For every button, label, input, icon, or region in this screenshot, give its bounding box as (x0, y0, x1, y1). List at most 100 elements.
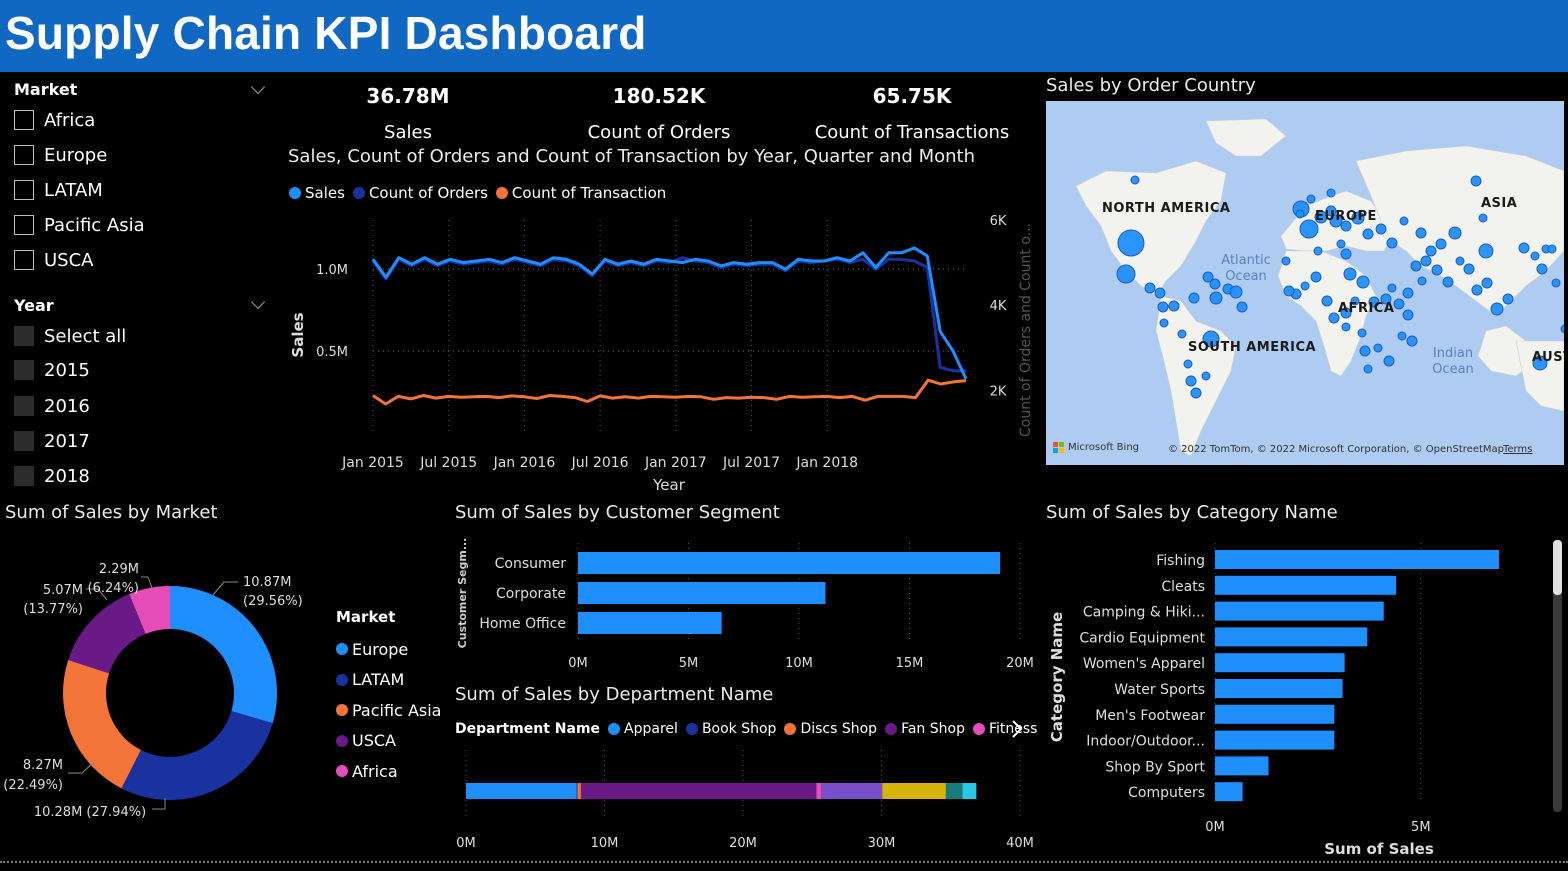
map-bubble (1281, 256, 1291, 266)
market-slicer-chevron-icon[interactable] (250, 79, 266, 95)
map-bubble (1359, 345, 1371, 357)
market-option-europe[interactable]: Europe (14, 143, 107, 167)
header-bar: Supply Chain KPI Dashboard (0, 0, 1568, 72)
x-tick-label: Jul 2016 (571, 455, 629, 471)
donut-legend-africa[interactable]: Africa (336, 756, 441, 787)
line-chart[interactable]: 0.5M 1.0M 2K 4K 6K Jan 2015 Jul 2015 Jan 2016 Ju… (280, 205, 1050, 500)
bar-cleats (1215, 575, 1397, 595)
checkbox-icon[interactable] (14, 326, 34, 346)
map-bubble (1144, 282, 1156, 294)
category-scrollbar-thumb[interactable] (1553, 540, 1562, 595)
x-axis-title: Sum of Sales (1324, 840, 1434, 858)
checkbox-icon[interactable] (14, 215, 34, 235)
market-option-africa[interactable]: Africa (14, 108, 95, 132)
y-tick-label: 0.5M (316, 345, 348, 360)
legend-discs-shop[interactable]: Discs Shop (784, 721, 877, 737)
x-tick-label: 20M (1006, 656, 1034, 671)
category-label: Water Sports (1114, 682, 1205, 698)
legend-next-arrow-icon[interactable] (1010, 719, 1024, 739)
checkbox-icon[interactable] (14, 360, 34, 380)
bar-corporate (578, 582, 826, 604)
bar-shop-by-sport (1215, 756, 1269, 776)
map-bubble (1363, 364, 1373, 374)
checkbox-icon[interactable] (14, 145, 34, 165)
map-bubble (1130, 175, 1140, 185)
checkbox-icon[interactable] (14, 396, 34, 416)
stack-segment-other (882, 783, 946, 799)
market-option-usca[interactable]: USCA (14, 248, 93, 272)
legend-fitness[interactable]: Fitness (972, 721, 1037, 737)
kpi-sales-value: 36.78M (366, 84, 450, 108)
map-bubbles[interactable] (1046, 101, 1564, 465)
map-bubble (1154, 287, 1166, 299)
map-bubble (1362, 228, 1374, 240)
donut-legend-usca[interactable]: USCA (336, 726, 441, 757)
donut-legend-pacific-asia[interactable]: Pacific Asia (336, 695, 441, 726)
checkbox-icon[interactable] (14, 250, 34, 270)
y-tick-label: 1.0M (316, 263, 348, 278)
year-slicer-chevron-icon[interactable] (250, 294, 266, 310)
map-label-africa: AFRICA (1338, 301, 1395, 316)
legend-count-of-orders[interactable]: Count of Orders (352, 184, 488, 202)
x-tick-label: Jan 2016 (493, 455, 556, 471)
department-chart[interactable]: 0M 10M 20M 30M 40M (450, 745, 1045, 855)
map-bubble (1481, 277, 1493, 289)
map-bubble (1470, 175, 1482, 187)
market-option-pacific-asia[interactable]: Pacific Asia (14, 213, 145, 237)
map-bubble (1313, 246, 1323, 256)
map-bubble (1560, 324, 1564, 334)
series-line-sales (371, 246, 968, 380)
year-option-2015[interactable]: 2015 (14, 358, 90, 382)
series-line-count-of-transaction (372, 378, 967, 406)
year-option-2017[interactable]: 2017 (14, 429, 90, 453)
map-bubble (1455, 256, 1465, 266)
category-chart[interactable]: 0M 5M Fishing Cleats Camping & Hiki... Cardio… (1040, 535, 1568, 860)
map-bubble (1177, 329, 1187, 339)
donut-label-latam: 10.28M (27.94%) (34, 805, 146, 820)
map-bubble (1157, 301, 1169, 313)
year-option-select-all[interactable]: Select all (14, 324, 126, 348)
checkbox-icon[interactable] (14, 466, 34, 486)
bar-indoor-outdoor (1215, 730, 1335, 750)
legend-sales[interactable]: Sales (289, 184, 345, 202)
map-copyright: © 2022 TomTom, © 2022 Microsoft Corporat… (1168, 444, 1505, 455)
legend-fan-shop[interactable]: Fan Shop (885, 721, 965, 737)
map-bubble (1190, 387, 1202, 399)
y-axis-title: Sales (289, 312, 307, 357)
year-option-2018[interactable]: 2018 (14, 464, 90, 488)
map-bubble (1402, 309, 1414, 321)
checkbox-icon[interactable] (14, 110, 34, 130)
checkbox-icon[interactable] (14, 431, 34, 451)
legend-book-shop[interactable]: Book Shop (685, 721, 776, 737)
map-bubble (1201, 371, 1211, 381)
x-tick-label: Jan 2015 (341, 455, 404, 471)
y2-axis-title: Count of Orders and Count o... (1018, 223, 1034, 437)
sales-map[interactable]: NORTH AMERICA EUROPE ASIA AFRICA SOUTH A… (1046, 101, 1564, 465)
legend-dot-icon (336, 765, 348, 778)
donut-legend-europe[interactable]: Europe (336, 634, 441, 665)
donut-chart[interactable]: 10.87M (29.56%) 10.28M (27.94%) 8.27M (22.49… (0, 530, 330, 830)
year-option-2016[interactable]: 2016 (14, 394, 90, 418)
donut-label-europe-value: 10.87M (243, 575, 291, 590)
map-bubble (1478, 213, 1488, 223)
donut-label-africa-pct: (6.24%) (88, 581, 139, 596)
checkbox-icon[interactable] (14, 180, 34, 200)
x-tick-label: 30M (868, 836, 896, 851)
map-label-indian-ocean: Indian Ocean (1432, 346, 1474, 377)
legend-apparel[interactable]: Apparel (608, 721, 678, 737)
kpi-transactions-label: Count of Transactions (814, 122, 1010, 143)
donut-chart-title: Sum of Sales by Market (5, 502, 218, 523)
y-axis-title: Customer Segm... (456, 538, 469, 649)
map-bubble (1168, 300, 1180, 312)
legend-count-of-transaction[interactable]: Count of Transaction (495, 184, 666, 202)
category-scrollbar[interactable] (1553, 540, 1562, 812)
map-bubble (1551, 278, 1561, 288)
map-terms-link[interactable]: Terms (1503, 444, 1532, 455)
map-bubble (1547, 244, 1557, 254)
stack-segment-other (962, 783, 977, 799)
donut-legend-latam[interactable]: LATAM (336, 665, 441, 696)
market-option-latam[interactable]: LATAM (14, 178, 103, 202)
map-bubble (1478, 243, 1494, 259)
kpi-transactions-value: 65.75K (872, 84, 952, 108)
segment-chart[interactable]: 0M 5M 10M 15M 20M Consumer Corporate Home Offic… (450, 535, 1045, 675)
